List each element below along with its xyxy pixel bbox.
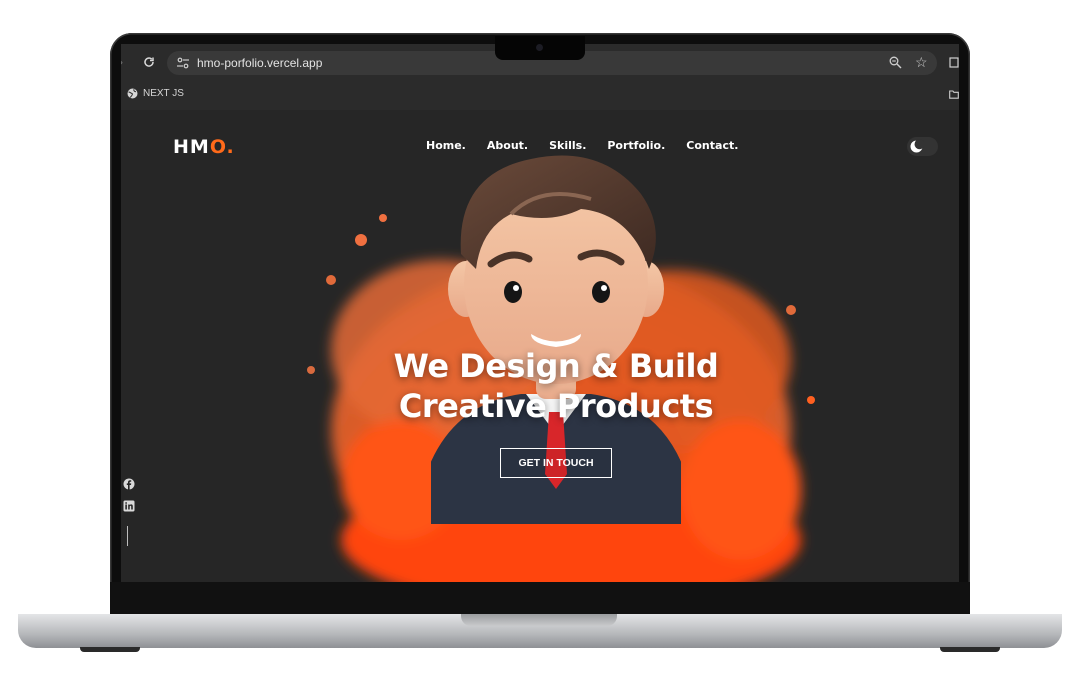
hero-line-2: Creative Products <box>398 387 714 425</box>
get-in-touch-button[interactable]: GET IN TOUCH <box>500 448 612 478</box>
laptop-opening-notch <box>461 614 617 626</box>
camera <box>536 44 543 51</box>
folder-icon[interactable] <box>949 90 959 99</box>
hero-headline: We Design & Build Creative Products <box>339 346 773 426</box>
bookmarks-bar: NEXT JS <box>121 80 959 111</box>
reload-icon[interactable] <box>143 56 155 68</box>
laptop-foot-left <box>80 647 140 652</box>
globe-icon <box>127 88 138 99</box>
url-text[interactable]: hmo-porfolio.vercel.app <box>197 56 322 70</box>
bookmark-label: NEXT JS <box>143 88 184 99</box>
back-icon[interactable]: › <box>121 55 123 69</box>
extensions-icon[interactable] <box>949 56 959 68</box>
bookmark-next-js[interactable]: NEXT JS <box>127 88 184 99</box>
nav-contact[interactable]: Contact. <box>686 139 738 152</box>
bookmark-star-icon[interactable]: ☆ <box>915 54 928 71</box>
laptop-foot-right <box>940 647 1000 652</box>
hero-line-1: We Design & Build <box>393 347 719 385</box>
moon-icon <box>910 139 924 153</box>
logo-accent: O. <box>209 136 235 158</box>
laptop-bottom-bezel <box>110 582 970 615</box>
site-logo[interactable]: HMO. <box>173 136 235 158</box>
camera-notch <box>495 36 585 60</box>
zoom-icon[interactable] <box>889 56 902 69</box>
logo-main: HM <box>173 136 210 158</box>
facebook-icon[interactable] <box>123 478 135 490</box>
linkedin-icon[interactable] <box>123 500 135 512</box>
screen: › hmo-porfolio.vercel.app ☆ <box>121 44 959 582</box>
site-settings-icon[interactable] <box>177 57 189 69</box>
portfolio-page: HMO. Home. About. Skills. Portfolio. Con… <box>121 110 959 582</box>
theme-toggle[interactable] <box>907 137 938 156</box>
social-divider-line <box>127 526 128 546</box>
